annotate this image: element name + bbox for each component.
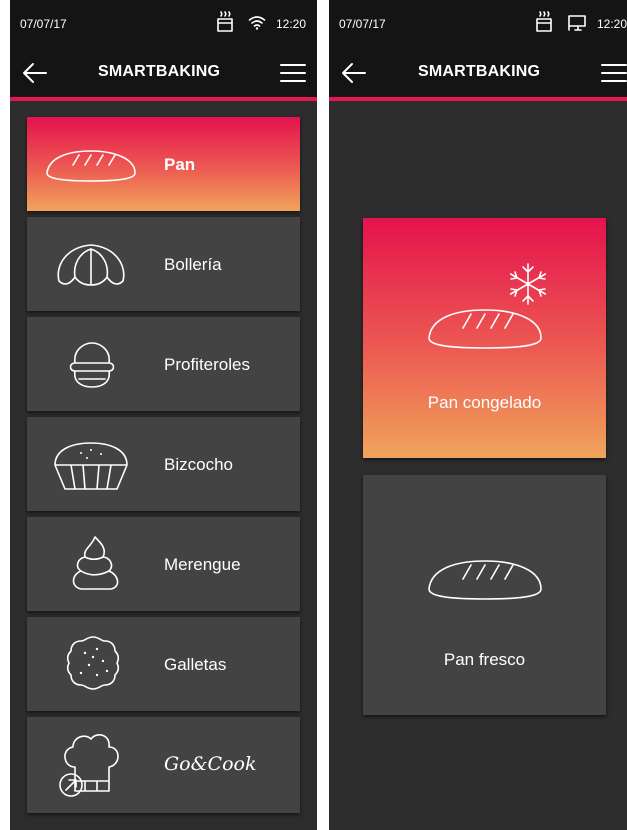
category-label: Bizcocho — [164, 455, 233, 474]
option-pan-fresco[interactable]: Pan fresco — [363, 475, 606, 715]
snowflake-icon — [506, 262, 550, 306]
category-go-and-cook[interactable]: Go&Cook — [27, 717, 300, 813]
app-bar: SMARTBAKING — [329, 48, 627, 97]
bread-icon — [43, 143, 139, 185]
status-bar: 07/07/17 12:20 — [10, 0, 317, 48]
status-time: 12:20 — [276, 17, 307, 31]
oven-status-icon — [216, 10, 234, 34]
option-label: Pan congelado — [427, 393, 542, 412]
category-label: Profiteroles — [164, 355, 250, 374]
back-button[interactable] — [20, 58, 50, 88]
chef-hat-icon — [53, 729, 129, 799]
accent-divider — [10, 97, 317, 101]
cake-icon — [49, 439, 133, 493]
option-pan-congelado[interactable]: Pan congelado — [363, 218, 606, 458]
cookie-icon — [63, 633, 123, 693]
category-label: Go&Cook — [164, 753, 257, 775]
bread-icon — [425, 553, 545, 603]
category-bolleria[interactable]: Bollería — [27, 217, 300, 311]
category-label: Bollería — [164, 255, 222, 274]
back-button[interactable] — [339, 58, 369, 88]
arrow-left-icon — [23, 63, 47, 83]
meringue-icon — [65, 533, 123, 593]
category-label: Merengue — [164, 555, 241, 574]
category-label: Pan — [164, 155, 196, 174]
category-galletas[interactable]: Galletas — [27, 617, 300, 711]
left-screen: 07/07/17 12:20 SMARTBAKING Pan Bollería — [10, 0, 317, 830]
right-screen: 07/07/17 12:20 SMARTBAKING Pan congelado — [329, 0, 627, 830]
profiterole-icon — [65, 339, 119, 391]
status-time: 12:20 — [597, 17, 627, 31]
app-title: SMARTBAKING — [98, 63, 221, 80]
menu-button[interactable] — [278, 58, 308, 88]
menu-button[interactable] — [599, 58, 627, 88]
monitor-icon — [567, 14, 587, 32]
app-bar: SMARTBAKING — [10, 48, 317, 97]
app-title: SMARTBAKING — [418, 63, 541, 80]
croissant-icon — [53, 237, 129, 291]
category-bizcocho[interactable]: Bizcocho — [27, 417, 300, 511]
status-date: 07/07/17 — [339, 17, 386, 31]
category-pan[interactable]: Pan — [27, 117, 300, 211]
option-label: Pan fresco — [443, 650, 526, 669]
oven-status-icon — [535, 10, 553, 34]
accent-divider — [329, 97, 627, 101]
category-profiteroles[interactable]: Profiteroles — [27, 317, 300, 411]
arrow-left-icon — [342, 63, 366, 83]
category-merengue[interactable]: Merengue — [27, 517, 300, 611]
wifi-icon — [248, 14, 266, 30]
status-bar: 07/07/17 12:20 — [329, 0, 627, 48]
status-date: 07/07/17 — [20, 17, 67, 31]
hamburger-icon — [601, 64, 627, 82]
category-label: Galletas — [164, 655, 227, 674]
hamburger-icon — [280, 64, 306, 82]
bread-icon — [425, 302, 545, 352]
